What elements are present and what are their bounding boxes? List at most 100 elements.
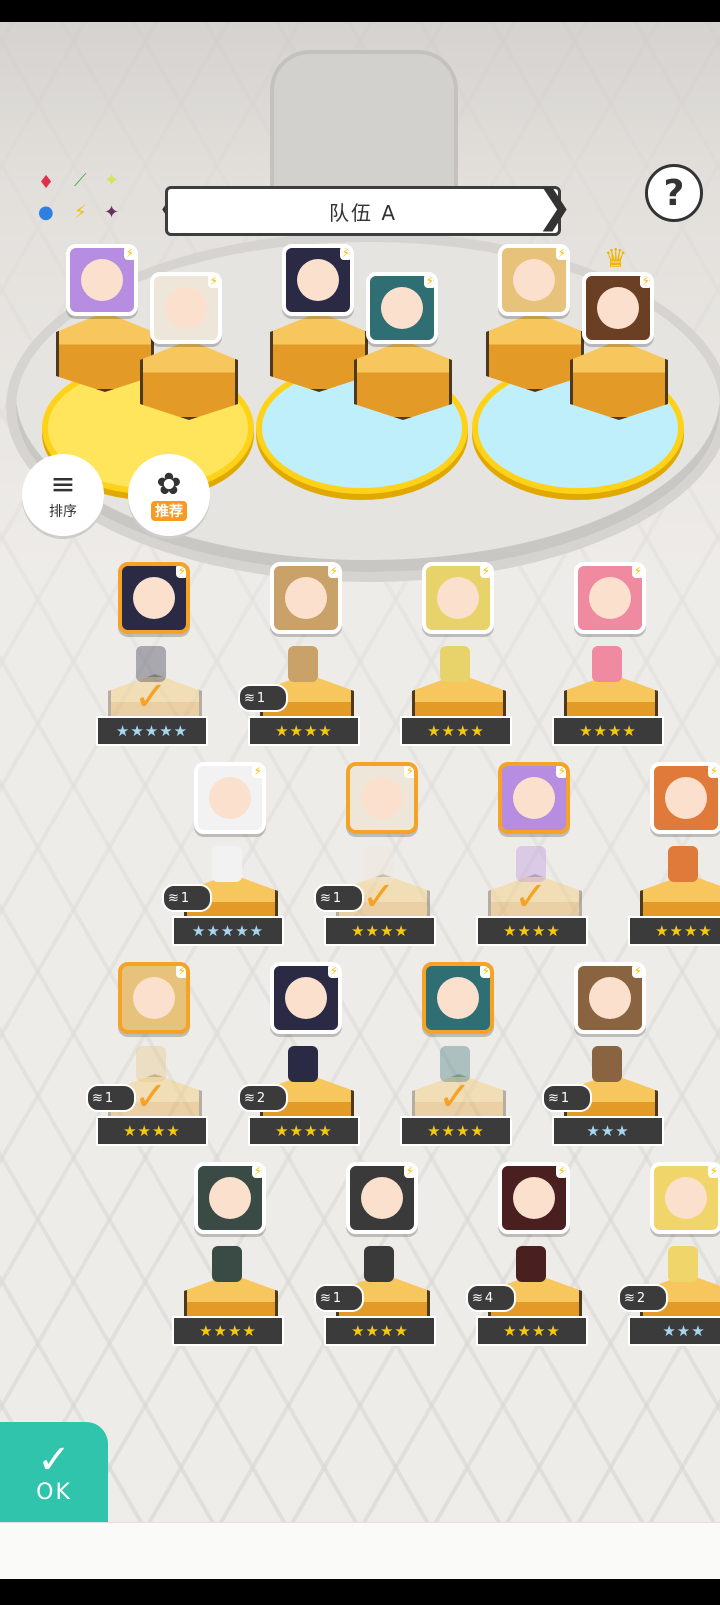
- ok-button[interactable]: ✓ OK: [0, 1422, 108, 1522]
- lightning-icon: ⚡: [207, 274, 218, 288]
- character-portrait: ⚡: [574, 962, 646, 1034]
- sort-button[interactable]: ≡ 排序: [22, 454, 104, 536]
- stack-icon: ≋: [92, 1090, 103, 1106]
- star-rating: ★★★★: [552, 716, 664, 746]
- character-card[interactable]: ⚡ ≋ 1 ★★★★: [238, 562, 360, 762]
- team-slot-portrait[interactable]: ⚡: [366, 272, 438, 344]
- level-badge: ≋ 2: [238, 1084, 288, 1112]
- selected-check-icon: ✓: [134, 674, 168, 720]
- character-sprite: [440, 646, 470, 682]
- lightning-icon: ⚡: [631, 564, 642, 578]
- element-filter[interactable]: ♦ ⟋ ✦ ● ⚡ ✦: [34, 172, 130, 232]
- next-team-arrow[interactable]: ❯: [536, 182, 573, 234]
- character-face: [361, 777, 403, 819]
- character-portrait: ⚡: [118, 962, 190, 1034]
- character-sprite: [668, 846, 698, 882]
- fire-element-icon: ♦: [38, 172, 55, 193]
- character-portrait: ⚡: [498, 1162, 570, 1234]
- character-portrait: ⚡: [346, 1162, 418, 1234]
- character-portrait: ⚡: [194, 762, 266, 834]
- lightning-icon: ⚡: [327, 964, 338, 978]
- character-card[interactable]: ⚡ ★★★★: [552, 562, 664, 762]
- lightning-icon: ⚡: [631, 964, 642, 978]
- character-portrait: ⚡: [650, 1162, 720, 1234]
- lightning-icon: ⚡: [327, 564, 338, 578]
- status-bar: [0, 0, 720, 22]
- team-slot-portrait[interactable]: ⚡: [498, 244, 570, 316]
- selected-check-icon: ✓: [514, 874, 548, 920]
- character-card[interactable]: ⚡ ✓ ≋ 1 ★★★★: [314, 762, 436, 962]
- level-badge: ≋ 1: [314, 1284, 364, 1312]
- character-card[interactable]: ⚡ ★★★★: [172, 1162, 284, 1362]
- lightning-icon: ⚡: [555, 1164, 566, 1178]
- help-button[interactable]: ?: [645, 164, 703, 222]
- sort-icon: ≡: [50, 467, 76, 502]
- character-face: [297, 259, 339, 301]
- star-rating: ★★★: [552, 1116, 664, 1146]
- level-value: 1: [332, 1290, 342, 1306]
- lightning-icon: ⚡: [479, 964, 490, 978]
- character-card[interactable]: ⚡ ≋ 2 ★★★: [618, 1162, 720, 1362]
- lightning-icon: ⚡: [123, 246, 134, 260]
- character-face: [361, 1177, 403, 1219]
- character-portrait: ⚡: [270, 562, 342, 634]
- character-face: [437, 977, 479, 1019]
- character-face: [165, 287, 207, 329]
- lightning-icon: ⚡: [175, 964, 186, 978]
- character-card[interactable]: ⚡ ★★★★: [628, 762, 720, 962]
- character-portrait: ⚡: [118, 562, 190, 634]
- character-card[interactable]: ⚡ ≋ 4 ★★★★: [466, 1162, 588, 1362]
- star-rating: ★★★: [628, 1316, 720, 1346]
- star-rating: ★★★★: [400, 716, 512, 746]
- character-face: [665, 1177, 707, 1219]
- team-slot-portrait[interactable]: ⚡: [282, 244, 354, 316]
- level-badge: ≋ 1: [542, 1084, 592, 1112]
- character-card[interactable]: ⚡ ≋ 1 ★★★★: [314, 1162, 436, 1362]
- character-face: [381, 287, 423, 329]
- lightning-icon: ⚡: [707, 764, 718, 778]
- lightning-icon: ⚡: [707, 1164, 718, 1178]
- star-rating: ★★★★★: [96, 716, 208, 746]
- character-sprite: [592, 1046, 622, 1082]
- dark-element-icon: ✦: [104, 202, 120, 223]
- level-badge: ≋ 1: [314, 884, 364, 912]
- recommend-button[interactable]: ✿ 推荐: [128, 454, 210, 536]
- water-element-icon: ●: [38, 202, 54, 223]
- selected-check-icon: ✓: [362, 874, 396, 920]
- character-card[interactable]: ⚡ ≋ 1 ★★★★★: [162, 762, 284, 962]
- level-value: 4: [484, 1290, 494, 1306]
- star-rating: ★★★★: [476, 916, 588, 946]
- character-card[interactable]: ⚡ ≋ 2 ★★★★: [238, 962, 360, 1162]
- lightning-icon: ⚡: [175, 564, 186, 578]
- character-sprite: [212, 846, 242, 882]
- team-slot-portrait[interactable]: ⚡: [150, 272, 222, 344]
- character-card[interactable]: ⚡ ✓ ★★★★: [400, 962, 512, 1162]
- light-element-icon: ✦: [104, 170, 120, 191]
- character-face: [513, 259, 555, 301]
- level-value: 1: [180, 890, 190, 906]
- team-title: 队伍 A: [328, 200, 398, 225]
- level-value: 2: [256, 1090, 266, 1106]
- character-card[interactable]: ⚡ ≋ 1 ★★★: [542, 962, 664, 1162]
- character-portrait: ⚡: [574, 562, 646, 634]
- character-face: [209, 1177, 251, 1219]
- lightning-icon: ⚡: [339, 246, 350, 260]
- character-sprite: [288, 1046, 318, 1082]
- lightning-icon: ⚡: [555, 764, 566, 778]
- character-card[interactable]: ⚡ ✓ ≋ 1 ★★★★: [86, 962, 208, 1162]
- character-face: [209, 777, 251, 819]
- character-face: [285, 577, 327, 619]
- character-portrait: ⚡: [346, 762, 418, 834]
- character-face: [513, 1177, 555, 1219]
- team-title-bar: 队伍 A: [165, 186, 561, 236]
- check-icon: ✓: [37, 1436, 71, 1483]
- character-card[interactable]: ⚡ ★★★★: [400, 562, 512, 762]
- team-slot-portrait[interactable]: ⚡: [582, 272, 654, 344]
- recommend-label: 推荐: [151, 501, 187, 521]
- character-face: [133, 977, 175, 1019]
- character-card[interactable]: ⚡ ✓ ★★★★★: [96, 562, 208, 762]
- character-card[interactable]: ⚡ ✓ ★★★★: [476, 762, 588, 962]
- team-slot-portrait[interactable]: ⚡: [66, 244, 138, 316]
- level-value: 2: [636, 1290, 646, 1306]
- level-value: 1: [104, 1090, 114, 1106]
